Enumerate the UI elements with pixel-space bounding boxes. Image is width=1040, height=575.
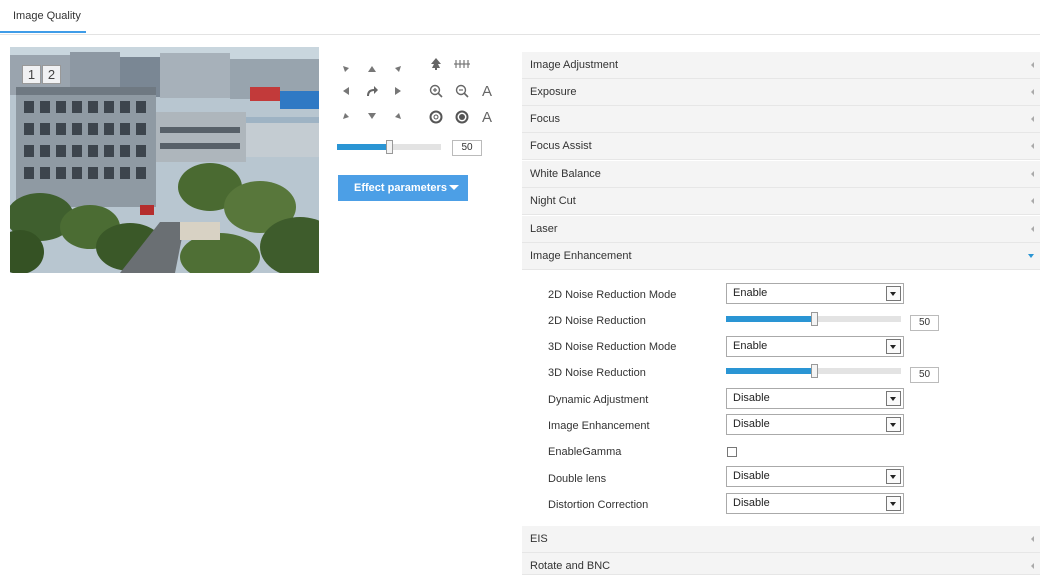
light-icon[interactable] [451, 53, 473, 75]
section-image-adjustment[interactable]: Image Adjustment [522, 52, 1040, 79]
distortion-correction-select[interactable]: Disable [726, 493, 904, 514]
double-lens-label: Double lens [548, 473, 607, 485]
section-title: Laser [530, 223, 558, 235]
section-focus-assist[interactable]: Focus Assist [522, 133, 1040, 160]
section-title: Focus Assist [530, 140, 592, 152]
nr3d-mode-label: 3D Noise Reduction Mode [548, 341, 677, 353]
dropdown-arrow-icon[interactable] [886, 286, 901, 301]
dropdown-arrow-icon[interactable] [886, 391, 901, 406]
chevron-left-icon [1031, 62, 1034, 68]
slider-handle[interactable] [386, 140, 393, 154]
section-focus[interactable]: Focus [522, 106, 1040, 133]
ptz-up-right-icon[interactable] [387, 58, 409, 80]
iris-close-icon[interactable] [425, 106, 447, 128]
chevron-left-icon [1031, 226, 1034, 232]
section-title: Image Enhancement [530, 250, 632, 262]
section-title: Rotate and BNC [530, 560, 611, 572]
select-value: Enable [733, 340, 768, 352]
dropdown-arrow-icon[interactable] [886, 417, 901, 432]
enable-gamma-label: EnableGamma [548, 446, 622, 458]
chevron-left-icon [1031, 536, 1034, 542]
image-enhancement-label: Image Enhancement [548, 420, 650, 432]
ptz-right-icon[interactable] [387, 80, 409, 102]
select-value: Disable [733, 392, 770, 404]
section-image-enhancement[interactable]: Image Enhancement [522, 243, 1040, 270]
nr3d-value[interactable]: 50 [910, 367, 939, 383]
ptz-speed-slider[interactable] [337, 140, 441, 154]
effect-parameters-label: Effect parameters [354, 182, 447, 194]
select-value: Disable [733, 470, 770, 482]
wiper-icon[interactable] [425, 53, 447, 75]
ptz-up-icon[interactable] [361, 58, 383, 80]
slider-handle[interactable] [811, 364, 818, 378]
section-title: Image Adjustment [530, 59, 619, 71]
section-white-balance[interactable]: White Balance [522, 161, 1040, 188]
ptz-up-left-icon[interactable] [335, 58, 357, 80]
ptz-auto-scan-icon[interactable] [361, 80, 383, 102]
slider-handle[interactable] [811, 312, 818, 326]
section-title: White Balance [530, 168, 601, 180]
slider-fill [337, 144, 389, 150]
dropdown-arrow-icon[interactable] [886, 339, 901, 354]
slider-fill [726, 316, 814, 322]
select-value: Enable [733, 287, 768, 299]
ptz-down-left-icon[interactable] [335, 105, 357, 127]
chevron-left-icon [1031, 89, 1034, 95]
chevron-down-icon [1028, 254, 1034, 258]
window-split-2[interactable]: 2 [42, 65, 61, 84]
section-title: Exposure [530, 86, 577, 98]
iris-open-icon[interactable] [451, 106, 473, 128]
section-rotate-and-bnc[interactable]: Rotate and BNC [522, 553, 1040, 575]
image-enhancement-select[interactable]: Disable [726, 414, 904, 435]
nr2d-value[interactable]: 50 [910, 315, 939, 331]
slider-fill [726, 368, 814, 374]
window-split-1[interactable]: 1 [22, 65, 41, 84]
nr2d-mode-select[interactable]: Enable [726, 283, 904, 304]
tab-bar: Image Quality [0, 0, 1040, 35]
double-lens-select[interactable]: Disable [726, 466, 904, 487]
dropdown-arrow-icon[interactable] [886, 496, 901, 511]
section-exposure[interactable]: Exposure [522, 79, 1040, 106]
select-value: Disable [733, 497, 770, 509]
chevron-left-icon [1031, 143, 1034, 149]
section-title: Focus [530, 113, 560, 125]
window-split-selector: 1 2 [22, 65, 62, 84]
effect-parameters-button[interactable]: Effect parameters [338, 175, 468, 201]
dynamic-adjustment-select[interactable]: Disable [726, 388, 904, 409]
tab-image-quality[interactable]: Image Quality [13, 10, 81, 22]
dynamic-adjustment-label: Dynamic Adjustment [548, 394, 649, 406]
section-title: Night Cut [530, 195, 576, 207]
zoom-in-icon[interactable] [425, 80, 447, 102]
ptz-left-icon[interactable] [335, 80, 357, 102]
nr2d-label: 2D Noise Reduction [548, 315, 646, 327]
enable-gamma-checkbox[interactable] [727, 447, 737, 457]
dropdown-caret-icon[interactable] [449, 185, 459, 190]
distortion-correction-label: Distortion Correction [548, 499, 649, 511]
ptz-down-right-icon[interactable] [387, 105, 409, 127]
auto-iris-button[interactable]: A [476, 106, 498, 128]
tab-active-indicator [0, 31, 86, 33]
ptz-down-icon[interactable] [361, 105, 383, 127]
section-title: EIS [530, 533, 548, 545]
nr3d-mode-select[interactable]: Enable [726, 336, 904, 357]
nr3d-label: 3D Noise Reduction [548, 367, 646, 379]
chevron-left-icon [1031, 198, 1034, 204]
zoom-out-icon[interactable] [451, 80, 473, 102]
chevron-left-icon [1031, 563, 1034, 569]
chevron-left-icon [1031, 116, 1034, 122]
select-value: Disable [733, 418, 770, 430]
section-night-cut[interactable]: Night Cut [522, 188, 1040, 215]
nr3d-slider[interactable] [726, 364, 901, 378]
dropdown-arrow-icon[interactable] [886, 469, 901, 484]
chevron-left-icon [1031, 171, 1034, 177]
section-eis[interactable]: EIS [522, 526, 1040, 553]
ptz-speed-value[interactable]: 50 [452, 140, 482, 156]
auto-focus-button[interactable]: A [476, 80, 498, 102]
nr2d-mode-label: 2D Noise Reduction Mode [548, 289, 677, 301]
section-laser[interactable]: Laser [522, 216, 1040, 243]
nr2d-slider[interactable] [726, 312, 901, 326]
